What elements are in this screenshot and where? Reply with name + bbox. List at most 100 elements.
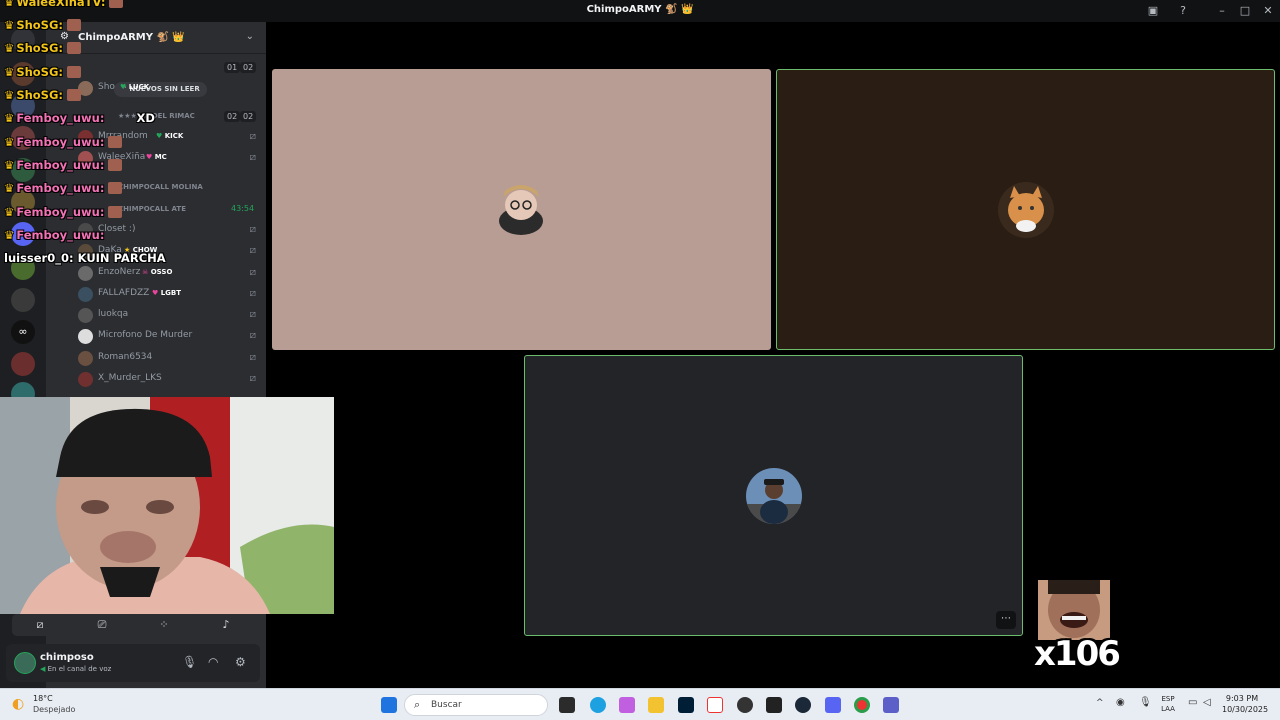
chat-user: ShoSG: bbox=[16, 88, 64, 102]
voice-user[interactable]: EnzoNerz ☠ OSSO ⧄ bbox=[78, 265, 258, 283]
chevron-up-icon[interactable]: ^ bbox=[1096, 698, 1104, 708]
participant-tile[interactable] bbox=[272, 69, 771, 350]
crown-icon: ♛ bbox=[4, 205, 15, 219]
file-explorer-icon[interactable] bbox=[648, 697, 664, 713]
window-title: ChimpoARMY 🐒 👑 bbox=[586, 4, 694, 15]
microphone-icon[interactable]: 🎙 bbox=[182, 655, 197, 669]
user-tag: ♥ MC bbox=[146, 153, 167, 161]
chat-user: Femboy_uwu: bbox=[16, 228, 105, 242]
network-icon[interactable]: ◉ bbox=[1116, 697, 1125, 708]
participant-tile[interactable] bbox=[776, 69, 1275, 350]
photoshop-icon[interactable] bbox=[678, 697, 694, 713]
skull-icon: ☠ bbox=[142, 268, 149, 276]
deafened-icon: ⧄ bbox=[249, 267, 256, 278]
emote-icon bbox=[108, 159, 123, 171]
avatar-image bbox=[746, 468, 802, 524]
count-badge: 02 bbox=[240, 62, 257, 73]
voice-channel[interactable]: CHIMPOCALL ATE bbox=[118, 205, 186, 213]
avatar bbox=[78, 372, 93, 387]
chat-message: ♛ Femboy_uwu: bbox=[4, 158, 123, 172]
microphone-icon[interactable]: 🎙 bbox=[1139, 697, 1152, 708]
screen-share-button[interactable]: ⎚ bbox=[74, 614, 130, 636]
soundboard-button[interactable]: ♪ bbox=[198, 614, 254, 636]
user-name: Sho bbox=[98, 82, 115, 92]
heart-icon: ♥ bbox=[156, 132, 163, 140]
voice-user[interactable]: Microfono De Murder ⧄ bbox=[78, 328, 258, 346]
camera-off-button[interactable]: ⧄ bbox=[12, 614, 68, 636]
copilot-icon[interactable] bbox=[619, 697, 635, 713]
clock-date[interactable]: 10/30/2025 bbox=[1222, 705, 1268, 714]
deafened-icon: ⧄ bbox=[249, 373, 256, 384]
voice-user[interactable]: Closet :) ⧄ bbox=[78, 222, 258, 240]
server-icon[interactable] bbox=[11, 352, 35, 376]
chat-user: Femboy_uwu: bbox=[16, 181, 105, 195]
participant-tile[interactable]: ⋯ bbox=[524, 355, 1023, 636]
chat-user: ShoSG: bbox=[16, 41, 64, 55]
lang-line2[interactable]: LAA bbox=[1158, 705, 1178, 713]
epic-games-icon[interactable] bbox=[766, 697, 782, 713]
emote-icon bbox=[108, 182, 123, 194]
chat-message: ♛ Femboy_uwu: bbox=[4, 228, 104, 242]
lang-line1[interactable]: ESP bbox=[1158, 695, 1178, 703]
voice-user[interactable]: luokqa ⧄ bbox=[78, 307, 258, 325]
maximize-button[interactable]: □ bbox=[1237, 3, 1253, 19]
avatar[interactable] bbox=[14, 652, 36, 674]
itunes-icon[interactable] bbox=[707, 697, 723, 713]
deafened-icon: ⧄ bbox=[249, 288, 256, 299]
user-name: X_Murder_LKS bbox=[98, 373, 162, 383]
tag-label: KICK bbox=[164, 132, 184, 140]
deafened-icon: ⧄ bbox=[249, 131, 256, 142]
channel-name: CHIMPOCALL ATE bbox=[118, 205, 186, 213]
edge-icon[interactable] bbox=[590, 697, 606, 713]
emote-icon bbox=[67, 66, 82, 78]
headphones-icon[interactable]: ◠ bbox=[208, 655, 218, 669]
task-view-icon[interactable] bbox=[559, 697, 575, 713]
voice-user[interactable]: FALLAFDZZ ♥ LGBT ⧄ bbox=[78, 286, 258, 304]
voice-channel[interactable]: CHIMPOCALL MOLINA bbox=[118, 183, 203, 191]
server-icon[interactable] bbox=[11, 288, 35, 312]
avatar-image bbox=[493, 181, 549, 237]
avatar-image bbox=[998, 182, 1054, 238]
chat-message: ♛ Femboy_uwu: bbox=[4, 135, 123, 149]
deafened-icon: ⧄ bbox=[249, 224, 256, 235]
voice-user[interactable]: X_Murder_LKS ⧄ bbox=[78, 371, 258, 389]
crown-icon: ♛ bbox=[4, 18, 15, 32]
discord-icon[interactable] bbox=[825, 697, 841, 713]
avatar bbox=[78, 329, 93, 344]
more-options-button[interactable]: ⋯ bbox=[996, 611, 1016, 629]
chat-message: ♛ WaleeXiñaTV: bbox=[4, 0, 124, 9]
meme-overlay bbox=[1038, 580, 1110, 640]
inbox-icon[interactable]: ▣ bbox=[1145, 3, 1161, 19]
close-button[interactable]: ✕ bbox=[1260, 3, 1276, 19]
obs-icon[interactable] bbox=[737, 697, 753, 713]
avatar bbox=[493, 181, 549, 237]
infinity-icon[interactable]: ∞ bbox=[11, 320, 35, 344]
chevron-down-icon[interactable]: ⌄ bbox=[246, 31, 254, 42]
chrome-icon[interactable] bbox=[854, 697, 870, 713]
webcam-feed bbox=[0, 397, 334, 614]
activities-button[interactable]: ⁘ bbox=[136, 614, 192, 636]
teams-icon[interactable] bbox=[883, 697, 899, 713]
minimize-button[interactable]: – bbox=[1214, 3, 1230, 19]
avatar bbox=[78, 266, 93, 281]
chat-text: XD bbox=[136, 111, 155, 125]
heart-icon: ♥ bbox=[120, 83, 127, 91]
steam-icon[interactable] bbox=[795, 697, 811, 713]
crown-icon: ♛ bbox=[4, 88, 15, 102]
search-box[interactable]: ⌕ Buscar bbox=[404, 694, 548, 716]
volume-icon[interactable]: ◁ bbox=[1203, 697, 1211, 708]
weather-temp: 18°C bbox=[33, 694, 53, 703]
avatar bbox=[78, 351, 93, 366]
windows-start-icon[interactable] bbox=[381, 697, 397, 713]
display-icon[interactable]: ▭ bbox=[1188, 697, 1197, 708]
voice-user[interactable]: Sho ♥ LUCK bbox=[78, 80, 258, 98]
count-badge: 02 bbox=[240, 111, 257, 122]
clock-time[interactable]: 9:03 PM bbox=[1222, 694, 1262, 703]
voice-user[interactable]: Roman6534 ⧄ bbox=[78, 350, 258, 368]
help-icon[interactable]: ? bbox=[1175, 3, 1191, 19]
deafened-icon: ⧄ bbox=[249, 245, 256, 256]
crown-icon: ♛ bbox=[4, 65, 15, 79]
settings-icon[interactable]: ⚙ bbox=[235, 655, 246, 669]
deafened-icon: ⧄ bbox=[249, 309, 256, 320]
chat-user: Femboy_uwu: bbox=[16, 205, 105, 219]
